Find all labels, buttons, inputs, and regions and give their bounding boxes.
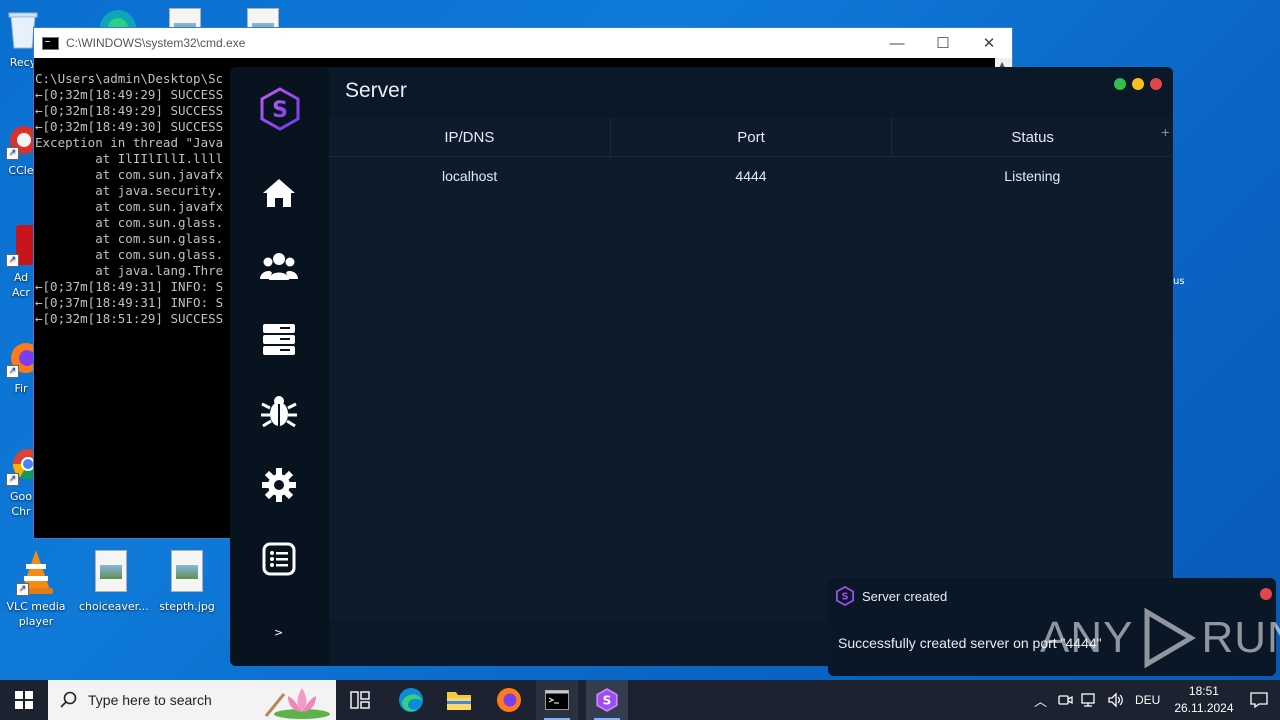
- taskbar: Type here to search S ︿ DEU 18:51 26.11.…: [0, 680, 1280, 720]
- taskbar-search-box[interactable]: Type here to search: [48, 680, 336, 720]
- column-header-port[interactable]: Port: [611, 118, 893, 156]
- maximize-button[interactable]: ☐: [920, 34, 966, 52]
- chrome-icon: ↗: [6, 440, 44, 486]
- clock-date: 26.11.2024: [1174, 701, 1234, 715]
- desktop-icon-vlc[interactable]: ↗ VLC media player: [4, 548, 68, 629]
- server-app-window[interactable]: S > Server IP/DNS Port Status + localhos…: [230, 67, 1173, 666]
- terminal-icon: [545, 690, 569, 710]
- home-icon: [263, 179, 295, 207]
- server-table: IP/DNS Port Status + localhost 4444 List…: [329, 118, 1173, 621]
- toast-title: Server created: [862, 588, 948, 604]
- minimize-button[interactable]: —: [874, 35, 920, 52]
- window-minimize-dot[interactable]: [1132, 78, 1144, 90]
- nav-bug[interactable]: [259, 391, 299, 431]
- lotus-flower-icon: [264, 688, 330, 719]
- app-logo-icon: S: [836, 586, 854, 606]
- system-tray: ︿ DEU 18:51 26.11.2024: [1034, 680, 1268, 720]
- toast-header: S Server created: [836, 586, 947, 606]
- desktop-icon-stepth[interactable]: stepth.jpg: [155, 550, 219, 614]
- nav-logs[interactable]: [259, 539, 299, 579]
- desktop-label-fragment: us: [1173, 276, 1185, 287]
- desktop-icon-label: VLC media player: [6, 600, 66, 628]
- bug-icon: [261, 396, 297, 428]
- window-close-dot[interactable]: [1150, 78, 1162, 90]
- desktop-icon-label: Ad Acr: [12, 271, 30, 299]
- desktop-icon-label: Goo Chr: [10, 490, 32, 518]
- nav-settings[interactable]: [259, 465, 299, 505]
- taskbar-server-app[interactable]: S: [586, 680, 628, 720]
- taskbar-edge[interactable]: [390, 680, 432, 720]
- clock[interactable]: 18:51 26.11.2024: [1174, 683, 1233, 717]
- sidebar: S >: [230, 67, 329, 666]
- table-add-button[interactable]: +: [1161, 126, 1170, 139]
- column-header-status[interactable]: Status: [892, 118, 1173, 156]
- app-logo-icon: S: [596, 688, 618, 712]
- task-view-button[interactable]: [340, 680, 380, 720]
- search-placeholder: Type here to search: [88, 692, 212, 708]
- column-header-ip-dns[interactable]: IP/DNS: [329, 118, 611, 156]
- search-icon: [60, 691, 77, 708]
- cell-ip-dns: localhost: [442, 168, 498, 184]
- folder-icon: [447, 692, 471, 710]
- notification-center-icon[interactable]: [1249, 691, 1268, 709]
- task-view-icon: [350, 691, 370, 709]
- clock-time: 18:51: [1188, 684, 1219, 698]
- page-title: Server: [345, 79, 407, 102]
- table-row[interactable]: localhost 4444 Listening: [329, 157, 1173, 195]
- image-file-icon: [167, 550, 207, 596]
- sidebar-expand-button[interactable]: >: [274, 626, 283, 639]
- logs-list-icon: [262, 542, 296, 576]
- nav-home[interactable]: [259, 173, 299, 213]
- acrobat-icon: ↗: [6, 223, 36, 267]
- svg-text:S: S: [841, 592, 848, 603]
- cmd-titlebar[interactable]: C:\WINDOWS\system32\cmd.exe — ☐ ✕: [34, 28, 1012, 58]
- ccleaner-icon: ↗: [6, 120, 38, 160]
- cell-status: Listening: [1004, 168, 1061, 184]
- svg-text:S: S: [272, 98, 288, 123]
- vlc-cone-icon: ↗: [16, 548, 56, 596]
- window-maximize-dot[interactable]: [1114, 78, 1126, 90]
- users-icon: [260, 253, 298, 280]
- desktop-icon-label: choiceaver...: [79, 600, 149, 613]
- nav-users[interactable]: [259, 246, 299, 286]
- taskbar-firefox[interactable]: [488, 680, 530, 720]
- anyrun-watermark: ANY RUN: [1040, 608, 1280, 668]
- firefox-icon: ↗: [6, 338, 41, 378]
- cmd-window-title: C:\WINDOWS\system32\cmd.exe: [66, 36, 246, 50]
- taskbar-file-explorer[interactable]: [438, 680, 480, 720]
- start-button[interactable]: [0, 680, 48, 720]
- desktop-icon-label: stepth.jpg: [159, 600, 215, 613]
- watermark-text-left: ANY: [1040, 613, 1134, 662]
- taskbar-cmd[interactable]: [536, 680, 578, 720]
- servers-icon: [263, 324, 295, 355]
- close-button[interactable]: ✕: [966, 34, 1012, 52]
- nav-servers[interactable]: [259, 320, 299, 360]
- watermark-text-right: RUN: [1201, 613, 1280, 662]
- image-file-icon: [91, 550, 131, 596]
- meet-now-icon[interactable]: [1057, 692, 1073, 708]
- edge-icon: [399, 688, 423, 712]
- desktop-icon-choiceaver[interactable]: choiceaver...: [79, 550, 149, 614]
- language-indicator[interactable]: DEU: [1135, 693, 1160, 707]
- main-panel: Server IP/DNS Port Status + localhost 44…: [329, 67, 1173, 666]
- network-icon[interactable]: [1081, 692, 1099, 708]
- windows-logo-icon: [15, 691, 33, 709]
- app-logo-icon: S: [260, 87, 300, 131]
- settings-gear-icon: [262, 468, 296, 502]
- show-hidden-icons-chevron-icon[interactable]: ︿: [1034, 691, 1047, 710]
- svg-text:S: S: [603, 693, 612, 707]
- cell-port: 4444: [735, 168, 767, 184]
- firefox-icon: [497, 688, 521, 712]
- cmd-app-icon: [42, 36, 59, 50]
- volume-icon[interactable]: [1107, 692, 1125, 708]
- play-logo-icon: [1144, 608, 1197, 668]
- desktop-icon-label: Fir: [14, 382, 28, 395]
- toast-close-button[interactable]: [1260, 588, 1272, 600]
- table-header: IP/DNS Port Status: [329, 118, 1173, 157]
- desktop-icon-label: CCle: [8, 164, 34, 177]
